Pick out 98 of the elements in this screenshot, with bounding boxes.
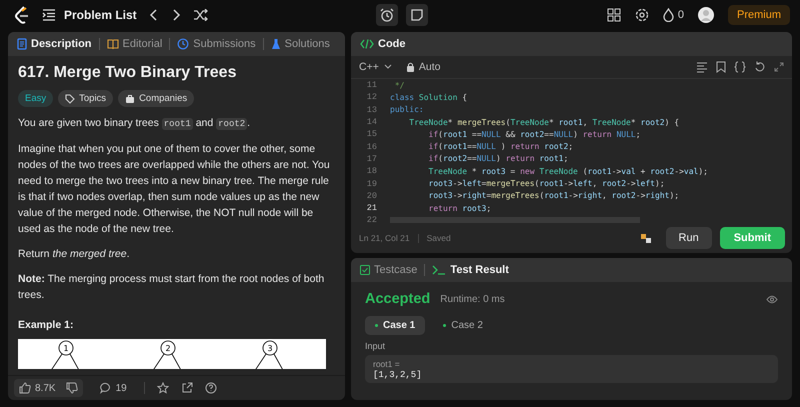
shuffle-icon[interactable] xyxy=(192,9,209,21)
code-line: if(root1==NULL ) return root2; xyxy=(428,142,574,152)
clock-icon xyxy=(177,38,190,50)
tag-icon xyxy=(65,94,76,104)
line-number: 17 xyxy=(366,154,377,164)
lock-icon xyxy=(406,62,415,72)
case-tab[interactable]: Case 1 xyxy=(365,316,426,335)
line-number: 20 xyxy=(366,190,377,201)
line-number: 16 xyxy=(366,142,377,152)
code-line: if(root1 ==NULL && root2==NULL) return NULL; xyxy=(428,130,641,139)
panel-tab[interactable]: Test Result xyxy=(429,262,512,278)
book-icon xyxy=(106,38,119,50)
line-number: 11 xyxy=(366,80,377,90)
difficulty-tag: Easy xyxy=(18,90,54,107)
topics-tag[interactable]: Topics xyxy=(58,90,114,107)
line-number: 21 xyxy=(366,203,377,214)
line-number: 15 xyxy=(366,129,377,140)
line-number: 22 xyxy=(366,215,377,223)
mode-label[interactable]: Auto xyxy=(418,61,440,73)
status-dot xyxy=(443,324,446,327)
debug-icon[interactable] xyxy=(640,232,652,244)
verdict-label: Accepted xyxy=(365,291,430,307)
paragraph-text: and xyxy=(194,117,214,129)
thumbs-down-icon xyxy=(66,382,78,394)
save-status: Saved xyxy=(426,233,451,243)
comment-icon xyxy=(100,382,112,394)
logo-icon[interactable] xyxy=(14,6,30,24)
checkbox-icon xyxy=(360,265,370,275)
line-number: 14 xyxy=(366,117,377,128)
paragraph-text: . xyxy=(247,117,250,129)
input-label: Input xyxy=(365,341,386,351)
code-line: TreeNode * root3 = new TreeNode (root1->val + root2->val); xyxy=(428,166,708,176)
line-number: 19 xyxy=(366,178,377,189)
code-line: public: xyxy=(390,105,424,114)
terminal-icon xyxy=(432,265,446,275)
expand-icon[interactable] xyxy=(774,62,784,72)
previous-icon[interactable] xyxy=(148,8,159,22)
example-heading: Example 1: xyxy=(18,319,74,331)
notes-button[interactable] xyxy=(406,4,428,26)
line-number: 13 xyxy=(366,104,377,115)
problem-list-link[interactable]: Problem List xyxy=(64,8,137,22)
code-line: if(root2==NULL) return root1; xyxy=(428,154,568,164)
code-line: return root3; xyxy=(428,204,492,213)
problem-title: 617. Merge Two Binary Trees xyxy=(18,64,238,82)
share-icon[interactable] xyxy=(180,382,193,394)
streak-count: 0 xyxy=(678,9,684,21)
language-dropdown[interactable]: C++ xyxy=(359,61,392,73)
inline-code: root2 xyxy=(216,118,248,130)
inline-code: root1 xyxy=(162,118,193,130)
note-icon xyxy=(410,8,424,22)
parameter-name: root1 = xyxy=(373,359,401,369)
bookmark-icon[interactable] xyxy=(716,61,726,73)
code-line: class Solution { xyxy=(390,92,468,102)
layout-icon[interactable] xyxy=(606,8,621,22)
document-icon xyxy=(17,38,27,50)
help-icon[interactable] xyxy=(204,382,217,394)
code-line: root3->right=mergeTrees(root1->right, root2->right); xyxy=(428,191,680,200)
parameter-value: [1,3,2,5] xyxy=(373,370,423,380)
flask-icon xyxy=(270,38,281,50)
star-icon[interactable] xyxy=(156,382,169,394)
timer-button[interactable] xyxy=(376,4,398,26)
chevron-down-icon xyxy=(384,64,392,70)
paragraph-text: Note: The merging process must start from the root nodes of both trees. xyxy=(18,273,324,301)
avatar-icon[interactable] xyxy=(698,7,714,23)
comments-button[interactable]: 19 xyxy=(94,379,132,397)
braces-icon[interactable] xyxy=(734,61,746,73)
next-icon[interactable] xyxy=(170,8,181,22)
list-icon[interactable] xyxy=(42,9,56,21)
panel-tab[interactable]: Solutions xyxy=(268,36,333,52)
line-number: 12 xyxy=(366,92,377,102)
line-number: 18 xyxy=(366,166,377,176)
run-button[interactable]: Run xyxy=(666,227,712,249)
briefcase-icon xyxy=(125,94,136,104)
panel-tab[interactable]: Editorial xyxy=(104,36,166,52)
companies-tag[interactable]: Companies xyxy=(118,90,194,107)
code-tab[interactable]: Code xyxy=(357,36,408,52)
eye-icon[interactable] xyxy=(766,294,778,304)
panel-tab[interactable]: Description xyxy=(14,36,95,52)
status-dot xyxy=(375,324,378,327)
alarm-clock-icon xyxy=(380,8,394,22)
reset-icon[interactable] xyxy=(754,61,766,73)
format-icon[interactable] xyxy=(696,62,708,72)
case-tab[interactable]: Case 2 xyxy=(433,316,493,335)
tree-diagram-drawing: 1 2 3 xyxy=(18,339,326,369)
paragraph-text: Imagine that when you put one of them to cover the other, some nodes of the two trees are overlapped while the others are not. You need to merge the two trees into a new binary tree. The merge rule is that if two nodes overlap, then sum node values up as the new value of the merged node. Otherwise, the NOT null node will be used as the node of the new tree. xyxy=(18,143,330,235)
paragraph-text: Return the merged tree. xyxy=(18,248,130,260)
code-line: root3->left=mergeTrees(root1->left, root2->left); xyxy=(428,179,665,188)
panel-tab[interactable]: Testcase xyxy=(357,262,420,278)
code-icon xyxy=(360,39,374,49)
panel-tab[interactable]: Submissions xyxy=(174,36,259,52)
paragraph-text: You are given two binary trees xyxy=(18,117,160,129)
thumbs-up-icon xyxy=(19,382,31,394)
settings-icon[interactable] xyxy=(634,8,649,22)
code-line: TreeNode* mergeTrees(TreeNode* root1, TreeNode* root2) { xyxy=(408,118,680,127)
cursor-position: Ln 21, Col 21 xyxy=(359,233,410,243)
premium-button[interactable]: Premium xyxy=(728,5,790,25)
code-line: */ xyxy=(394,80,404,90)
runtime-label: Runtime: 0 ms xyxy=(440,294,505,304)
